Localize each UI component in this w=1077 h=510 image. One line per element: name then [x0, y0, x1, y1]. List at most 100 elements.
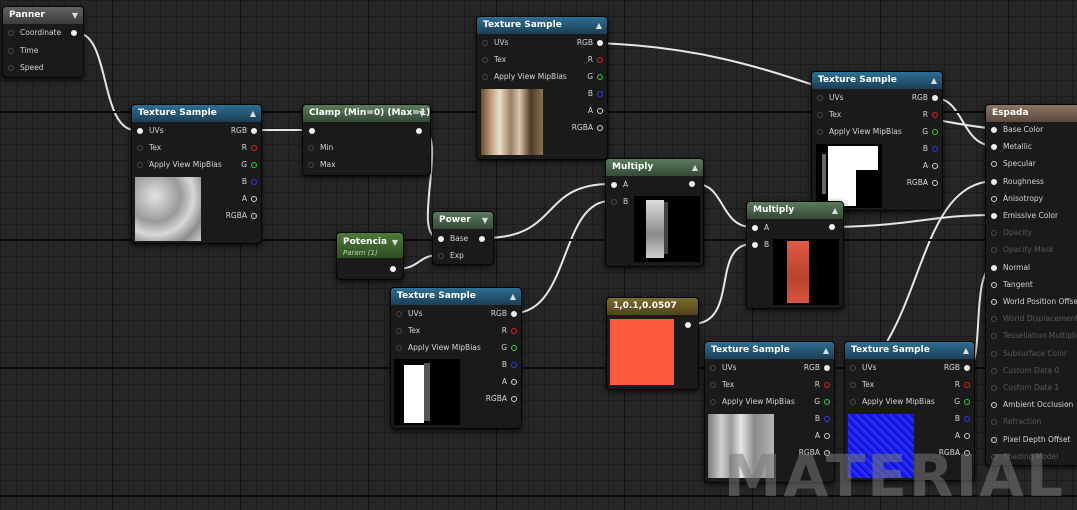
pin-circle-icon[interactable] — [964, 365, 970, 371]
pin-circle-icon[interactable] — [137, 128, 143, 134]
pin-coordinate[interactable]: Coordinate — [8, 27, 78, 39]
pin-b[interactable]: B — [477, 359, 517, 371]
texture-sample-header[interactable]: Texture Sample ▲ — [705, 342, 834, 359]
collapse-arrow-icon[interactable]: ▲ — [823, 342, 829, 359]
pin-circle-icon[interactable] — [964, 416, 970, 422]
pin-rgb[interactable]: RGB — [563, 37, 603, 49]
pin-circle-icon[interactable] — [824, 382, 830, 388]
pin-output[interactable] — [479, 236, 485, 242]
pin-circle-icon[interactable] — [932, 146, 938, 152]
pin-circle-icon[interactable] — [251, 196, 257, 202]
clamp-node[interactable]: Clamp (Min=0) (Max=1) ▼ Min Max — [302, 104, 431, 176]
pin-circle-icon[interactable] — [991, 419, 997, 426]
pin-r[interactable]: R — [930, 379, 970, 391]
texture-sample-header[interactable]: Texture Sample ▲ — [391, 288, 521, 305]
pin-rgb[interactable]: RGB — [477, 308, 517, 320]
pin-circle-icon[interactable] — [308, 145, 314, 151]
pin-max[interactable]: Max — [308, 159, 368, 171]
texture-sample-node-4[interactable]: Texture Sample ▲ UVs Tex Apply View MipBi… — [811, 71, 943, 211]
pin-circle-icon[interactable] — [824, 416, 830, 422]
espada-input-16[interactable]: Ambient Occlusion — [991, 399, 1077, 411]
pin-circle-icon[interactable] — [817, 95, 823, 101]
texture-sample-header[interactable]: Texture Sample ▲ — [477, 17, 607, 34]
pin-circle-icon[interactable] — [991, 127, 997, 133]
pin-circle-icon[interactable] — [8, 48, 14, 54]
pin-circle-icon[interactable] — [991, 144, 997, 151]
pin-rgb[interactable]: RGB — [790, 362, 830, 374]
pin-circle-icon[interactable] — [396, 345, 402, 351]
pin-g[interactable]: G — [217, 159, 257, 171]
collapse-arrow-icon[interactable]: ▲ — [510, 288, 516, 305]
pin-circle-icon[interactable] — [850, 399, 856, 405]
pin-circle-icon[interactable] — [137, 162, 143, 168]
pin-circle-icon[interactable] — [251, 162, 257, 168]
collapse-arrow-icon[interactable]: ▼ — [482, 212, 488, 229]
pin-circle-icon[interactable] — [932, 163, 938, 169]
pin-tex[interactable]: Tex — [850, 379, 910, 391]
collapse-arrow-icon[interactable]: ▼ — [392, 236, 398, 249]
collapse-arrow-icon[interactable]: ▲ — [596, 17, 602, 34]
pin-g[interactable]: G — [477, 342, 517, 354]
pin-circle-icon[interactable] — [964, 399, 970, 405]
pin-tex[interactable]: Tex — [710, 379, 770, 391]
texture-sample-header[interactable]: Texture Sample ▲ — [132, 105, 261, 122]
pin-circle-icon[interactable] — [308, 162, 314, 168]
pin-a[interactable]: A — [217, 193, 257, 205]
pin-g[interactable]: G — [790, 396, 830, 408]
espada-input-9[interactable]: Tangent — [991, 279, 1077, 291]
pin-circle-icon[interactable] — [817, 129, 823, 135]
pin-output[interactable] — [416, 128, 422, 134]
potencia-header[interactable]: Potencia Param (1) ▼ — [337, 233, 403, 258]
multiply-header[interactable]: Multiply ▲ — [747, 202, 843, 219]
pin-b[interactable]: B — [217, 176, 257, 188]
pin-circle-icon[interactable] — [8, 65, 14, 71]
pin-circle-icon[interactable] — [991, 230, 997, 237]
pin-uvs[interactable]: UVs — [817, 92, 877, 104]
pin-circle-icon[interactable] — [850, 365, 856, 371]
collapse-arrow-icon[interactable]: ▼ — [72, 7, 78, 24]
pin-circle-icon[interactable] — [964, 382, 970, 388]
multiply-header[interactable]: Multiply ▲ — [606, 159, 703, 176]
pin-circle-icon[interactable] — [251, 179, 257, 185]
pin-output[interactable] — [689, 181, 695, 187]
pin-rgba[interactable]: RGBA — [898, 177, 938, 189]
pin-circle-icon[interactable] — [511, 345, 517, 351]
power-node[interactable]: Power ▼ Base Exp — [432, 211, 494, 265]
pin-a[interactable]: A — [752, 222, 792, 234]
pin-circle-icon[interactable] — [991, 350, 997, 357]
espada-input-6[interactable]: Opacity — [991, 227, 1077, 239]
pin-tex[interactable]: Tex — [817, 109, 877, 121]
pin-speed[interactable]: Speed — [8, 62, 78, 74]
pin-circle-icon[interactable] — [710, 365, 716, 371]
espada-header[interactable]: Espada — [986, 105, 1077, 122]
pin-uvs[interactable]: UVs — [710, 362, 770, 374]
pin-rgba[interactable]: RGBA — [563, 122, 603, 134]
pin-circle-icon[interactable] — [991, 385, 997, 391]
texture-sample-header[interactable]: Texture Sample ▲ — [845, 342, 974, 359]
pin-b[interactable]: B — [790, 413, 830, 425]
espada-input-5[interactable]: Emissive Color — [991, 210, 1077, 222]
pin-circle-icon[interactable] — [8, 30, 14, 36]
pin-circle-icon[interactable] — [438, 236, 444, 242]
pin-a[interactable]: A — [790, 430, 830, 442]
pin-g[interactable]: G — [898, 126, 938, 138]
pin-circle-icon[interactable] — [850, 382, 856, 388]
multiply-node-1[interactable]: Multiply ▲ A B — [605, 158, 704, 267]
pin-a[interactable]: A — [611, 179, 651, 191]
espada-input-10[interactable]: World Position Offset — [991, 296, 1077, 308]
pin-circle-icon[interactable] — [251, 128, 257, 134]
pin-circle-icon[interactable] — [710, 399, 716, 405]
pin-input[interactable] — [309, 128, 315, 134]
pin-rgb[interactable]: RGB — [217, 125, 257, 137]
pin-circle-icon[interactable] — [482, 74, 488, 80]
pin-uvs[interactable]: UVs — [850, 362, 910, 374]
pin-r[interactable]: R — [563, 54, 603, 66]
pin-circle-icon[interactable] — [511, 328, 517, 334]
pin-b[interactable]: B — [898, 143, 938, 155]
texture-sample-node-2[interactable]: Texture Sample ▲ UVs Tex Apply View MipBi… — [476, 16, 608, 160]
pin-circle-icon[interactable] — [597, 57, 603, 63]
power-header[interactable]: Power ▼ — [433, 212, 493, 229]
pin-circle-icon[interactable] — [710, 382, 716, 388]
espada-input-13[interactable]: Subsurface Color — [991, 348, 1077, 360]
pin-r[interactable]: R — [790, 379, 830, 391]
